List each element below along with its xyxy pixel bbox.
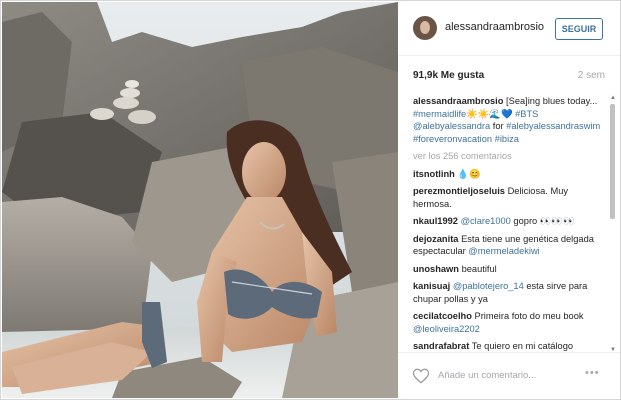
comment-username[interactable]: kanisuaj (413, 281, 450, 291)
comment-username[interactable]: unoshawn (413, 264, 459, 274)
hashtag[interactable]: #alebyalessandraswim (506, 121, 600, 131)
comment-text: Primeira foto do meu book (474, 311, 584, 321)
mention[interactable]: @alebyalessandra (413, 121, 490, 131)
post-sidebar: alessandraambrosio SEGUIR 91,9k Me gusta… (398, 2, 620, 398)
list-item: kanisuaj @pablotejero_14 esta sirve para… (413, 280, 607, 305)
comment-username[interactable]: perezmontieljoseluis (413, 186, 505, 196)
scroll-thumb[interactable] (610, 104, 615, 219)
comments-scrollbar[interactable]: ▲ ▼ (609, 95, 616, 353)
view-all-comments-link[interactable]: ver los 256 comentarios (413, 150, 607, 163)
author-username[interactable]: alessandraambrosio (445, 21, 544, 33)
caption: alessandraambrosio [Sea]ing blues today.… (413, 95, 607, 145)
likes-count[interactable]: 91,9k Me gusta (413, 70, 484, 81)
list-item: perezmontieljoseluis Deliciosa. Muy herm… (413, 185, 607, 210)
comment-username[interactable]: sandrafabrat (413, 341, 469, 351)
mention[interactable]: @pablotejero_14 (453, 281, 524, 291)
heart-icon[interactable] (412, 367, 430, 385)
comment-username[interactable]: dejozanita (413, 234, 458, 244)
list-item: itsnotlinh 💧😊 (413, 168, 607, 181)
follow-button[interactable]: SEGUIR (555, 18, 603, 40)
comment-text: 💧😊 (457, 168, 481, 179)
mention[interactable]: @leoliveira2202 (413, 324, 480, 334)
comment-username[interactable]: cecilatcoelho (413, 311, 472, 321)
comment-text: Te quiero en mi catálogo (471, 341, 574, 351)
mention[interactable]: @mermeladekiwi (468, 246, 539, 256)
hashtag[interactable]: #ibiza (495, 134, 519, 144)
add-comment-input[interactable]: Añade un comentario... (438, 370, 536, 381)
comments-list[interactable]: alessandraambrosio [Sea]ing blues today.… (413, 95, 607, 353)
post-photo[interactable] (2, 2, 398, 398)
list-item: dejozanita Esta tiene une genética delga… (413, 233, 607, 258)
post-timestamp[interactable]: 2 sem (578, 70, 605, 81)
avatar[interactable] (413, 16, 437, 40)
post-header: alessandraambrosio SEGUIR (398, 2, 620, 56)
post-footer: Añade un comentario... ••• (398, 352, 620, 399)
list-item: unoshawn beautiful (413, 263, 607, 276)
list-item: nkaul1992 @clare1000 gopro 👀👀👀 (413, 215, 607, 228)
instagram-post-frame: alessandraambrosio SEGUIR 91,9k Me gusta… (0, 0, 621, 400)
caption-text: for (490, 121, 507, 131)
comment-username[interactable]: itsnotlinh (413, 169, 455, 179)
hashtag[interactable]: #mermaidlife (413, 109, 466, 119)
comment-username[interactable]: nkaul1992 (413, 216, 458, 226)
comment-text: beautiful (461, 263, 497, 274)
hashtag[interactable]: #BTS (515, 109, 538, 119)
caption-emoji: ☀️☀️🌊💙 (466, 108, 513, 119)
list-item: cecilatcoelho Primeira foto do meu book … (413, 310, 607, 335)
comment-text: gopro 👀👀👀 (510, 216, 575, 226)
scroll-up-icon[interactable]: ▲ (610, 95, 616, 101)
comment-username[interactable]: alessandraambrosio (413, 96, 503, 106)
hashtag[interactable]: #foreveronvacation (413, 134, 492, 144)
likes-row: 91,9k Me gusta 2 sem (413, 70, 605, 84)
caption-text: [Sea]ing blues today... (506, 96, 598, 106)
more-options-icon[interactable]: ••• (585, 367, 600, 379)
mention[interactable]: @clare1000 (461, 216, 511, 226)
list-item: sandrafabrat Te quiero en mi catálogo (413, 340, 607, 353)
